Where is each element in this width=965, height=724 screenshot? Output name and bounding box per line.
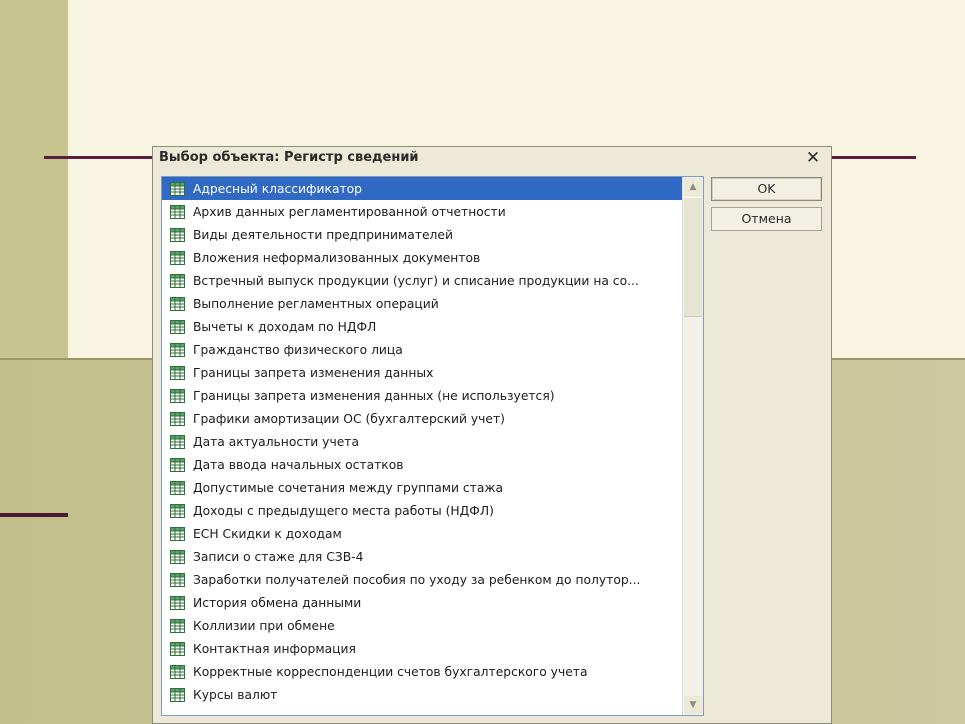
register-table-icon <box>170 273 185 288</box>
list-item-label: Гражданство физического лица <box>193 342 403 357</box>
register-table-icon <box>170 549 185 564</box>
list-item[interactable]: Архив данных регламентированной отчетнос… <box>162 200 683 223</box>
register-table-icon <box>170 641 185 656</box>
list-item-label: Допустимые сочетания между группами стаж… <box>193 480 503 495</box>
register-table-icon <box>170 365 185 380</box>
list-item-label: Коллизии при обмене <box>193 618 335 633</box>
list-item-label: Архив данных регламентированной отчетнос… <box>193 204 506 219</box>
register-table-icon <box>170 457 185 472</box>
register-table-icon <box>170 526 185 541</box>
list-item-label: Вычеты к доходам по НДФЛ <box>193 319 377 334</box>
object-list-items: Адресный классификатор Архив данных регла… <box>162 177 683 706</box>
register-table-icon <box>170 572 185 587</box>
cancel-button[interactable]: Отмена <box>711 207 822 231</box>
dialog-titlebar[interactable]: Выбор объекта: Регистр сведений ✕ <box>153 147 831 171</box>
list-item-label: Записи о стаже для СЗВ-4 <box>193 549 364 564</box>
list-item-label: Адресный классификатор <box>193 181 362 196</box>
list-item[interactable]: Записи о стаже для СЗВ-4 <box>162 545 683 568</box>
list-item-label: Доходы с предыдущего места работы (НДФЛ) <box>193 503 494 518</box>
list-item-label: Графики амортизации ОС (бухгалтерский уч… <box>193 411 505 426</box>
register-table-icon <box>170 503 185 518</box>
list-item[interactable]: Корректные корреспонденции счетов бухгал… <box>162 660 683 683</box>
list-item-label: Границы запрета изменения данных <box>193 365 434 380</box>
list-item-label: Заработки получателей пособия по уходу з… <box>193 572 641 587</box>
list-item[interactable]: Допустимые сочетания между группами стаж… <box>162 476 683 499</box>
list-item-label: Выполнение регламентных операций <box>193 296 439 311</box>
list-item[interactable]: История обмена данными <box>162 591 683 614</box>
list-item-label: Границы запрета изменения данных (не исп… <box>193 388 555 403</box>
list-item[interactable]: Границы запрета изменения данных (не исп… <box>162 384 683 407</box>
list-item-label: Корректные корреспонденции счетов бухгал… <box>193 664 588 679</box>
list-item[interactable]: Дата ввода начальных остатков <box>162 453 683 476</box>
list-item-label: Встречный выпуск продукции (услуг) и спи… <box>193 273 639 288</box>
list-item-label: Дата актуальности учета <box>193 434 359 449</box>
register-table-icon <box>170 480 185 495</box>
list-item[interactable]: Вычеты к доходам по НДФЛ <box>162 315 683 338</box>
scroll-down-button[interactable]: ▼ <box>684 696 702 714</box>
list-item[interactable]: ЕСН Скидки к доходам <box>162 522 683 545</box>
list-item[interactable]: Встречный выпуск продукции (услуг) и спи… <box>162 269 683 292</box>
list-item-label: Вложения неформализованных документов <box>193 250 481 265</box>
select-object-dialog: Выбор объекта: Регистр сведений ✕ Адресн… <box>152 146 832 724</box>
list-item-label: Курсы валют <box>193 687 278 702</box>
register-table-icon <box>170 434 185 449</box>
list-item[interactable]: Курсы валют <box>162 683 683 706</box>
slide-title-line-right <box>830 156 916 159</box>
list-item[interactable]: Коллизии при обмене <box>162 614 683 637</box>
list-item[interactable]: Адресный классификатор <box>162 177 683 200</box>
register-table-icon <box>170 250 185 265</box>
list-item[interactable]: Доходы с предыдущего места работы (НДФЛ) <box>162 499 683 522</box>
register-table-icon <box>170 227 185 242</box>
scroll-thumb[interactable] <box>684 197 702 317</box>
list-item-label: ЕСН Скидки к доходам <box>193 526 342 541</box>
list-item[interactable]: Графики амортизации ОС (бухгалтерский уч… <box>162 407 683 430</box>
list-item[interactable]: Границы запрета изменения данных <box>162 361 683 384</box>
list-item[interactable]: Заработки получателей пособия по уходу з… <box>162 568 683 591</box>
list-item-label: Дата ввода начальных остатков <box>193 457 404 472</box>
register-table-icon <box>170 618 185 633</box>
register-table-icon <box>170 664 185 679</box>
register-table-icon <box>170 204 185 219</box>
register-table-icon <box>170 687 185 702</box>
dialog-title: Выбор объекта: Регистр сведений <box>159 150 419 165</box>
list-item-label: История обмена данными <box>193 595 362 610</box>
register-table-icon <box>170 296 185 311</box>
list-item[interactable]: Дата актуальности учета <box>162 430 683 453</box>
register-table-icon <box>170 388 185 403</box>
list-item[interactable]: Виды деятельности предпринимателей <box>162 223 683 246</box>
list-item[interactable]: Контактная информация <box>162 637 683 660</box>
list-item[interactable]: Гражданство физического лица <box>162 338 683 361</box>
register-table-icon <box>170 411 185 426</box>
close-icon[interactable]: ✕ <box>803 148 823 168</box>
slide-accent-line <box>0 513 68 517</box>
list-item[interactable]: Выполнение регламентных операций <box>162 292 683 315</box>
list-item-label: Виды деятельности предпринимателей <box>193 227 453 242</box>
slide-title-line-left <box>44 156 156 159</box>
ok-button[interactable]: OK <box>711 177 822 201</box>
object-list[interactable]: Адресный классификатор Архив данных регла… <box>161 176 704 716</box>
list-item[interactable]: Вложения неформализованных документов <box>162 246 683 269</box>
list-item-label: Контактная информация <box>193 641 356 656</box>
register-table-icon <box>170 595 185 610</box>
list-scrollbar[interactable]: ▲ ▼ <box>682 177 703 715</box>
register-table-icon <box>170 342 185 357</box>
scroll-up-button[interactable]: ▲ <box>684 178 702 196</box>
register-table-icon <box>170 319 185 334</box>
register-table-icon <box>170 181 185 196</box>
